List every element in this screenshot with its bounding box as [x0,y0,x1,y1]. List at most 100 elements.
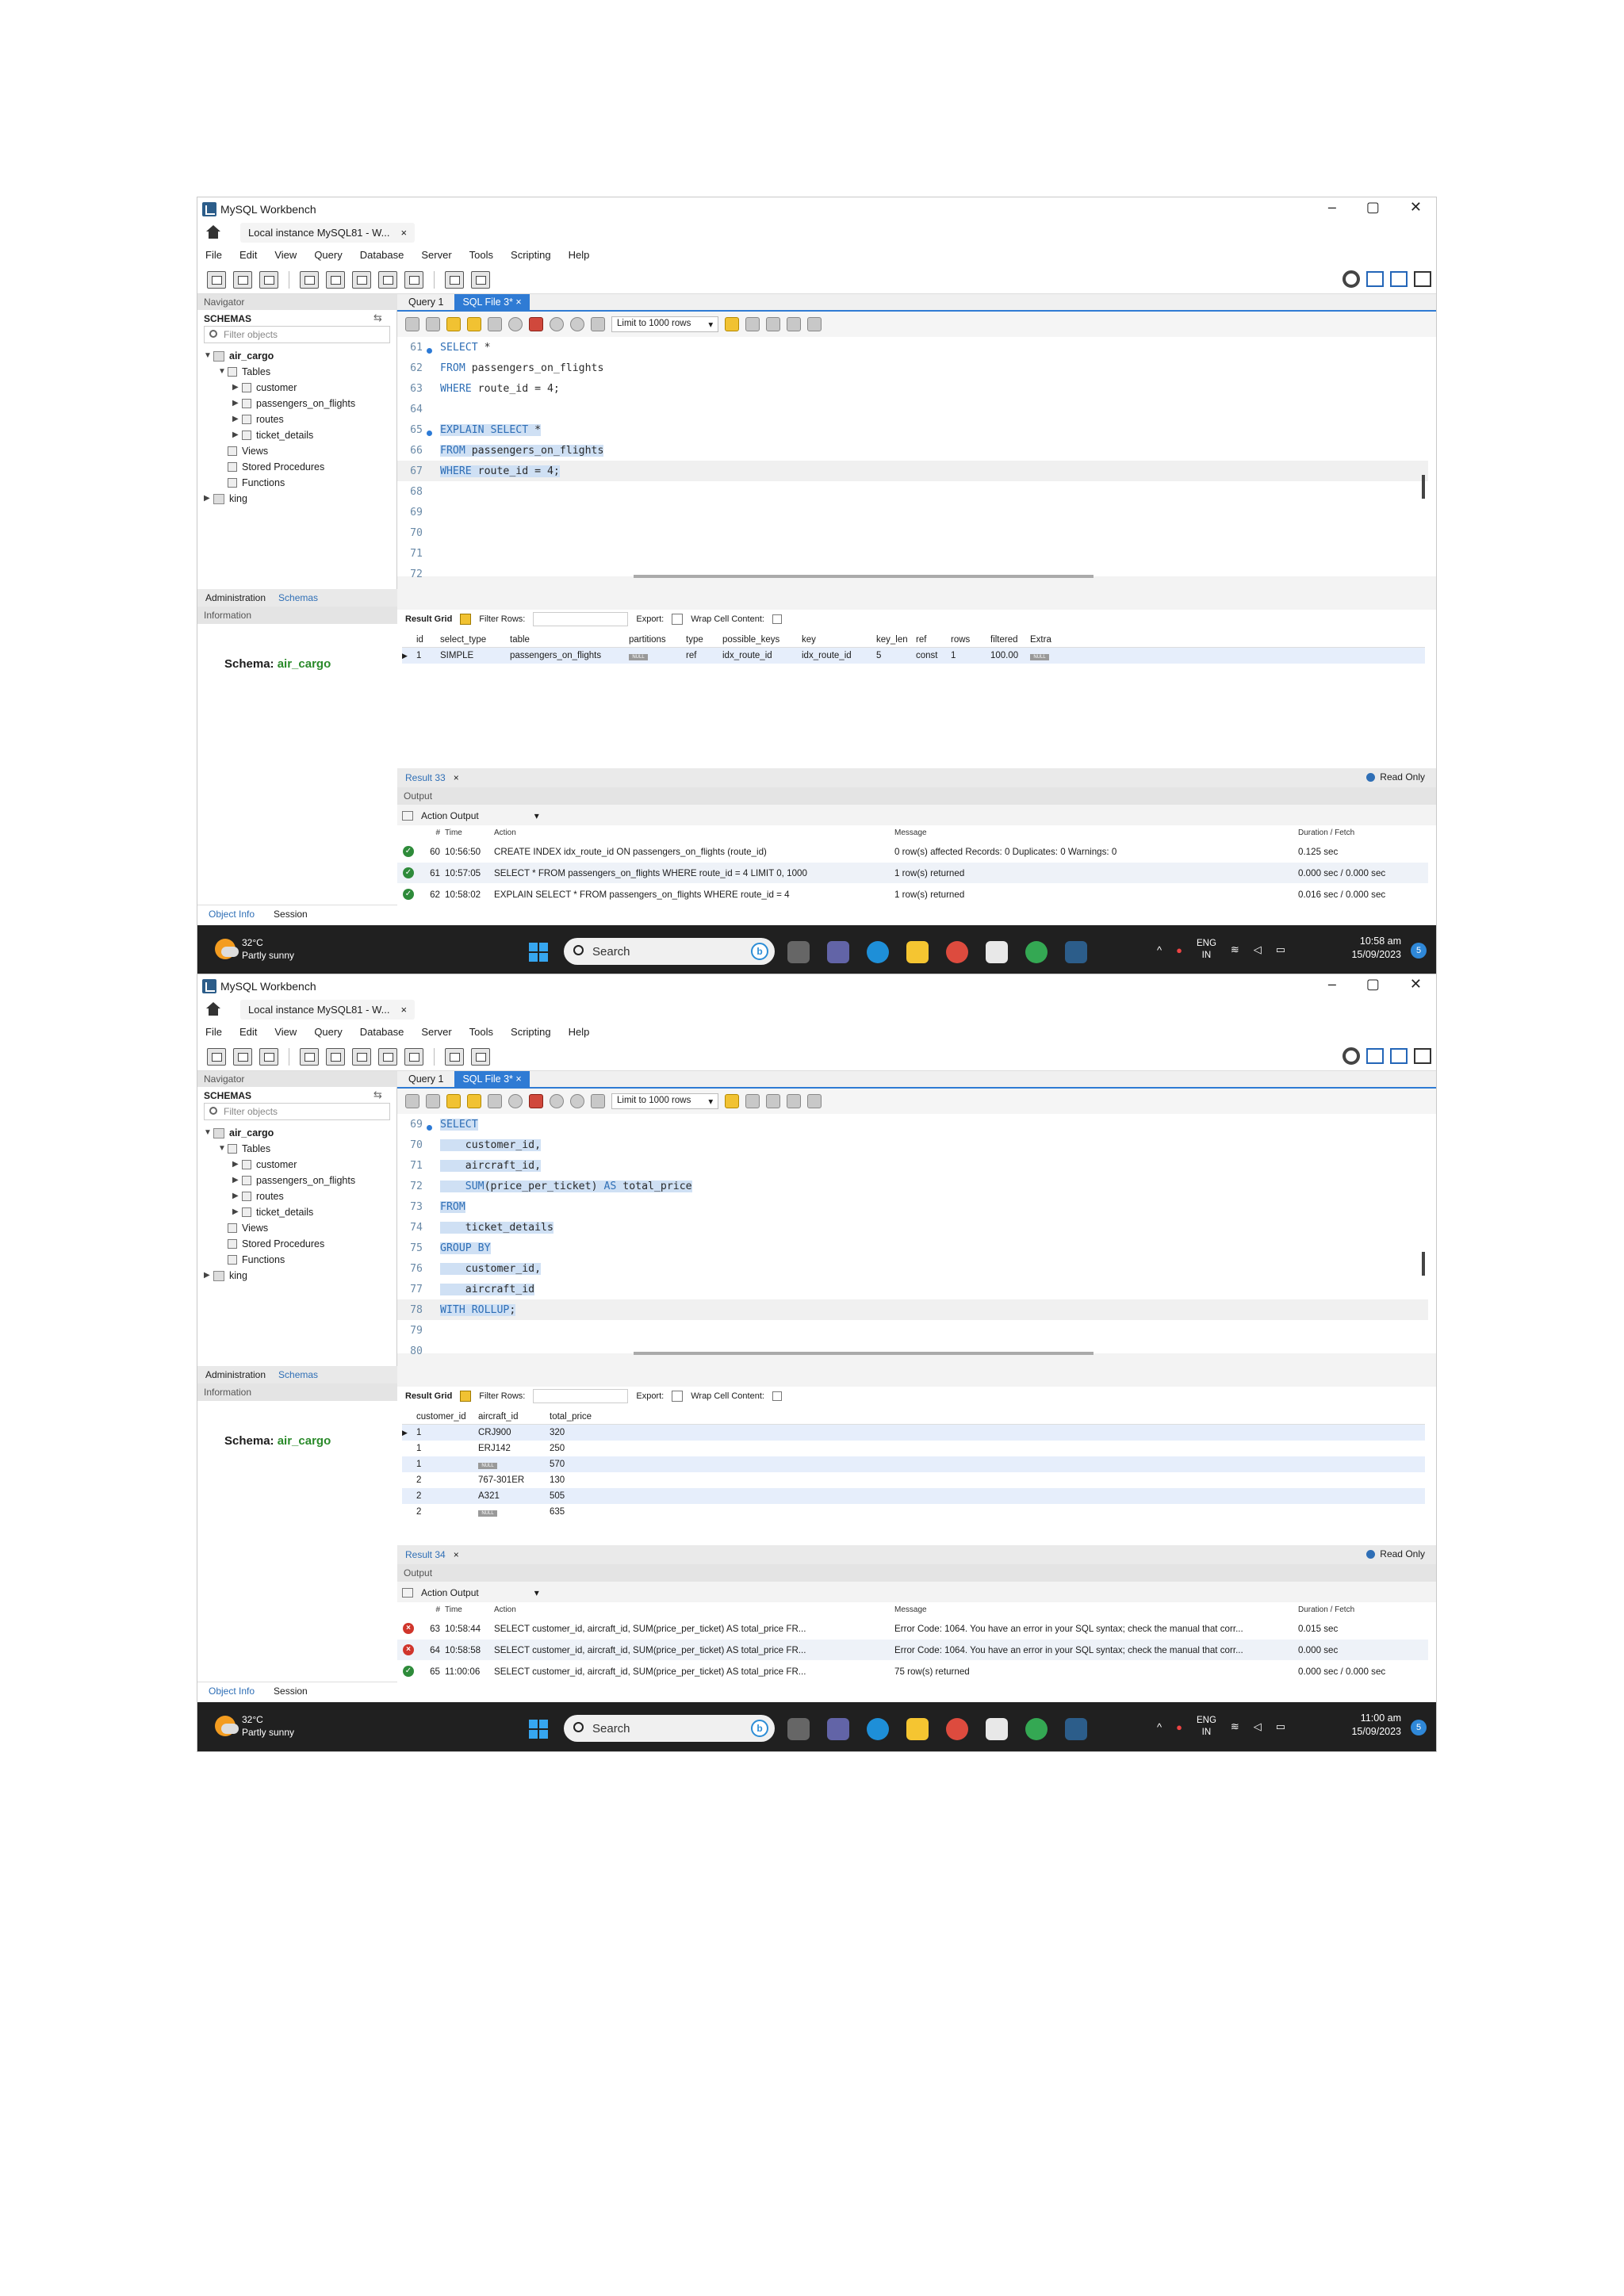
grid-cell[interactable]: NULL [1027,651,1074,660]
open-file-icon[interactable] [405,317,419,331]
teams-chat-icon[interactable] [827,1718,849,1740]
grid-row[interactable]: ▶ 1 CRJ900 320 [402,1425,1425,1441]
grid-column-header[interactable]: partitions [626,635,683,645]
language-indicator[interactable]: ENG IN [1197,1715,1216,1739]
weather-widget[interactable]: 32°C Partly sunny [215,936,294,962]
filter-rows-input[interactable] [533,612,629,626]
grid-cell[interactable]: 767-301ER [475,1475,546,1485]
code-line[interactable]: 77 aircraft_id [397,1279,1428,1299]
refresh-schemas-icon[interactable]: ⇆ [373,1089,382,1101]
volume-icon[interactable]: ◁ [1254,943,1262,956]
tree-node-functions[interactable]: Functions [204,475,355,491]
explain-icon[interactable] [488,1094,502,1108]
minimize-button[interactable]: – [1328,199,1336,216]
taskbar-search[interactable]: Search b [564,1715,775,1742]
result-tab-label[interactable]: Result 34 [405,1549,446,1560]
menu-edit[interactable]: Edit [239,249,257,261]
execute-icon[interactable] [446,1094,461,1108]
search-table-data-icon[interactable] [445,270,464,289]
code-line[interactable]: 80 [397,1341,1428,1361]
execute-current-icon[interactable] [467,1094,481,1108]
code-line[interactable]: 63 WHERE route_id = 4; [397,378,1428,399]
notification-badge[interactable]: 5 [1411,943,1427,959]
grid-column-header[interactable]: key [799,635,873,645]
autocommit-icon[interactable] [591,317,605,331]
maximize-button[interactable]: ▢ [1366,199,1380,216]
grid-cell[interactable]: 130 [546,1475,610,1485]
invisible-chars-icon[interactable] [787,1094,802,1108]
reconnect-icon[interactable] [471,270,490,289]
grid-column-header[interactable]: select_type [437,635,507,645]
tab-sql-file-3[interactable]: SQL File 3* × [454,1071,530,1087]
code-line[interactable]: 73 FROM [397,1196,1428,1217]
new-sql-tab-icon[interactable] [207,1047,226,1066]
tree-node-views[interactable]: Views [204,1220,355,1236]
grid-view-icon[interactable] [460,614,472,625]
code-line[interactable]: 70 customer_id, [397,1135,1428,1155]
code-line[interactable]: 71 [397,543,1428,564]
grid-cell[interactable]: idx_route_id [799,651,873,660]
expand-arrow-icon[interactable]: ▼ [218,1141,228,1157]
grid-cell[interactable]: CRJ900 [475,1428,546,1437]
grid-column-header[interactable]: customer_id [413,1412,475,1422]
connection-tab[interactable]: Local instance MySQL81 - W... × [240,222,416,243]
store-icon[interactable] [986,941,1008,963]
connection-tab[interactable]: Local instance MySQL81 - W... × [240,999,416,1020]
grid-cell[interactable]: NULL [626,651,683,660]
create-procedure-icon[interactable] [378,1047,397,1066]
start-icon[interactable] [529,1720,548,1739]
close-button[interactable]: ✕ [1410,976,1422,993]
grid-cell[interactable]: ERJ142 [475,1444,546,1453]
close-tab-icon[interactable]: × [400,1004,407,1016]
grid-row[interactable]: 2 NULL 635 [402,1504,1425,1520]
reconnect-icon[interactable] [471,1047,490,1066]
volume-icon[interactable]: ◁ [1254,1720,1262,1733]
settings-gear-icon[interactable] [1342,1047,1360,1065]
edge-icon[interactable] [867,1718,889,1740]
chrome-profile-icon[interactable] [1025,1718,1048,1740]
file-explorer-icon[interactable] [906,941,929,963]
beautify-icon[interactable] [745,317,760,331]
create-view-icon[interactable] [352,270,371,289]
wrap-lines-icon[interactable] [807,317,822,331]
open-sql-file-icon[interactable] [233,270,252,289]
open-sql-file-icon[interactable] [233,1047,252,1066]
menu-query[interactable]: Query [314,1026,342,1038]
toggle-secondary-sidebar-icon[interactable] [1414,1048,1431,1064]
tree-node-table[interactable]: ▶ ticket_details [204,1204,355,1220]
grid-cell[interactable]: SIMPLE [437,651,507,660]
grid-row[interactable]: 2 A321 505 [402,1488,1425,1504]
collapse-arrow-icon[interactable]: ▶ [232,427,242,443]
sql-editor[interactable]: 61 SELECT * 62 FROM passengers_on_flights 63… [397,337,1436,580]
collapse-arrow-icon[interactable]: ▶ [232,1173,242,1188]
tab-query-1[interactable]: Query 1 [400,294,451,310]
grid-column-header[interactable]: Extra [1027,635,1074,645]
grid-cell[interactable]: 250 [546,1444,610,1453]
tree-node-air-cargo[interactable]: ▼ air_cargo [204,1125,355,1141]
code-line[interactable]: 71 aircraft_id, [397,1155,1428,1176]
limit-rows-select[interactable]: Limit to 1000 rows ▾ [611,1093,719,1109]
grid-column-header[interactable]: filtered [987,635,1027,645]
notification-badge[interactable]: 5 [1411,1720,1427,1735]
tree-node-table[interactable]: ▶ ticket_details [204,427,355,443]
commit-icon[interactable] [550,1094,564,1108]
code-line[interactable]: 62 FROM passengers_on_flights [397,358,1428,378]
output-row[interactable]: ✓ 61 10:57:05 SELECT * FROM passengers_on_f… [397,863,1428,883]
output-row[interactable]: ✓ 60 10:56:50 CREATE INDEX idx_route_id ON … [397,841,1428,862]
tray-app-icon[interactable]: ● [1176,1721,1182,1733]
collapse-arrow-icon[interactable]: ▶ [232,396,242,411]
grid-column-header[interactable]: possible_keys [719,635,799,645]
grid-cell[interactable]: 2 [413,1507,475,1517]
grid-cell[interactable]: const [913,651,948,660]
grid-cell[interactable]: 5 [873,651,913,660]
tree-node-procedures[interactable]: Stored Procedures [204,1236,355,1252]
sql-editor[interactable]: 69 SELECT 70 customer_id, 71 aircraft_id, 72… [397,1114,1436,1357]
copy-icon[interactable] [402,811,413,821]
wrap-lines-icon[interactable] [807,1094,822,1108]
tree-node-table[interactable]: ▶ passengers_on_flights [204,1173,355,1188]
create-procedure-icon[interactable] [378,270,397,289]
grid-row[interactable]: ▶ 1 SIMPLE passengers_on_flights NULL ref idx_… [402,648,1425,664]
grid-column-header[interactable]: table [507,635,626,645]
filter-rows-input[interactable] [533,1389,629,1403]
save-icon[interactable] [426,1094,440,1108]
